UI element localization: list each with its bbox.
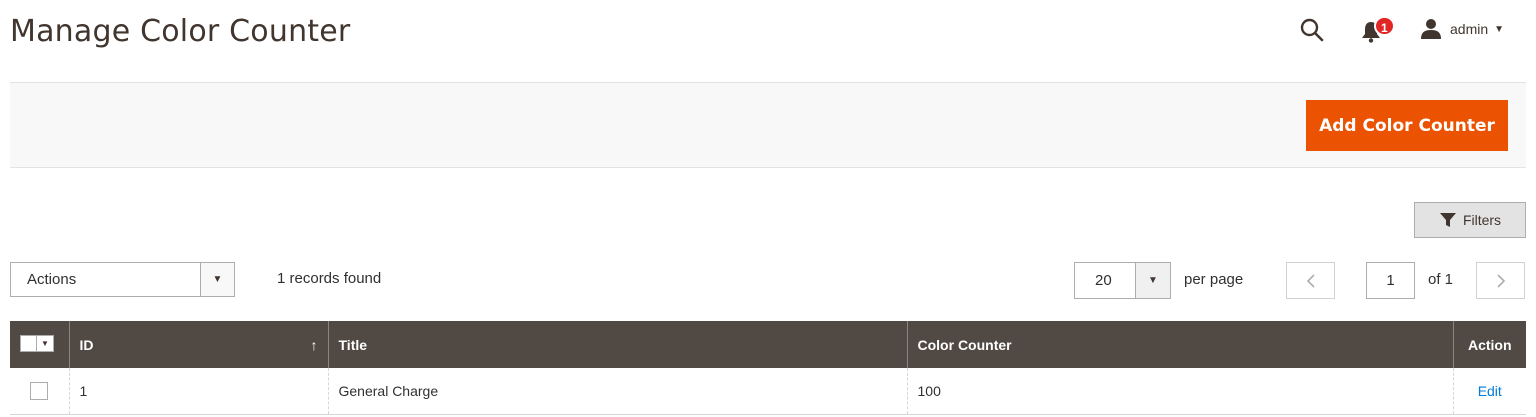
notification-count-badge: 1 [1374, 16, 1395, 36]
sort-ascending-icon: ↑ [310, 336, 318, 353]
row-select-cell [10, 368, 69, 415]
per-page-dropdown[interactable]: 20 ▼ [1074, 262, 1171, 299]
caret-down-icon: ▼ [1135, 263, 1170, 298]
page-actions-bar: Add Color Counter [10, 82, 1526, 168]
filters-label: Filters [1462, 212, 1502, 228]
per-page-label: per page [1184, 271, 1244, 288]
add-color-counter-button[interactable]: Add Color Counter [1306, 100, 1508, 151]
chevron-right-icon [1496, 273, 1505, 288]
cell-action: Edit [1452, 368, 1526, 415]
caret-down-icon: ▼ [41, 339, 49, 348]
page-title: Manage Color Counter [10, 14, 351, 49]
user-name: admin [1450, 21, 1489, 37]
mass-select-header: ▼ [10, 321, 69, 368]
search-button[interactable] [1298, 16, 1326, 44]
current-page-input[interactable] [1366, 262, 1415, 299]
records-found-count: 1 records found [277, 270, 382, 287]
column-header-action: Action [1452, 321, 1526, 368]
color-counter-grid: ▼ ID ↑ Title Color Counter Action 1 Gene… [10, 321, 1526, 415]
cell-title: General Charge [327, 368, 907, 415]
funnel-icon [1439, 212, 1457, 228]
row-checkbox[interactable] [30, 381, 48, 400]
user-menu[interactable]: admin ▼ [1420, 16, 1504, 42]
column-header-label: ID [79, 336, 94, 353]
mass-select-dropdown[interactable]: ▼ [20, 335, 54, 352]
grid-header-row: ▼ ID ↑ Title Color Counter Action [10, 321, 1526, 368]
cell-color-counter: 100 [906, 368, 1453, 415]
caret-down-icon: ▼ [200, 263, 234, 296]
column-header-id[interactable]: ID ↑ [68, 321, 328, 368]
chevron-left-icon [1306, 273, 1315, 288]
notifications-button[interactable]: 1 [1358, 14, 1398, 46]
previous-page-button[interactable] [1286, 262, 1335, 299]
caret-down-icon: ▼ [1494, 23, 1505, 35]
mass-actions-label: Actions [27, 271, 77, 288]
total-pages-label: of 1 [1428, 271, 1454, 288]
per-page-value: 20 [1095, 272, 1112, 289]
mass-select-checkbox [21, 336, 37, 351]
filters-button[interactable]: Filters [1414, 202, 1526, 238]
column-header-color-counter[interactable]: Color Counter [906, 321, 1453, 368]
table-row: 1 General Charge 100 Edit [10, 368, 1526, 415]
cell-id: 1 [68, 368, 328, 415]
edit-link[interactable]: Edit [1478, 383, 1502, 399]
column-header-title[interactable]: Title [327, 321, 907, 368]
next-page-button[interactable] [1476, 262, 1525, 299]
mass-actions-dropdown[interactable]: Actions ▼ [10, 262, 235, 297]
user-icon [1421, 19, 1441, 39]
search-icon [1300, 18, 1324, 42]
